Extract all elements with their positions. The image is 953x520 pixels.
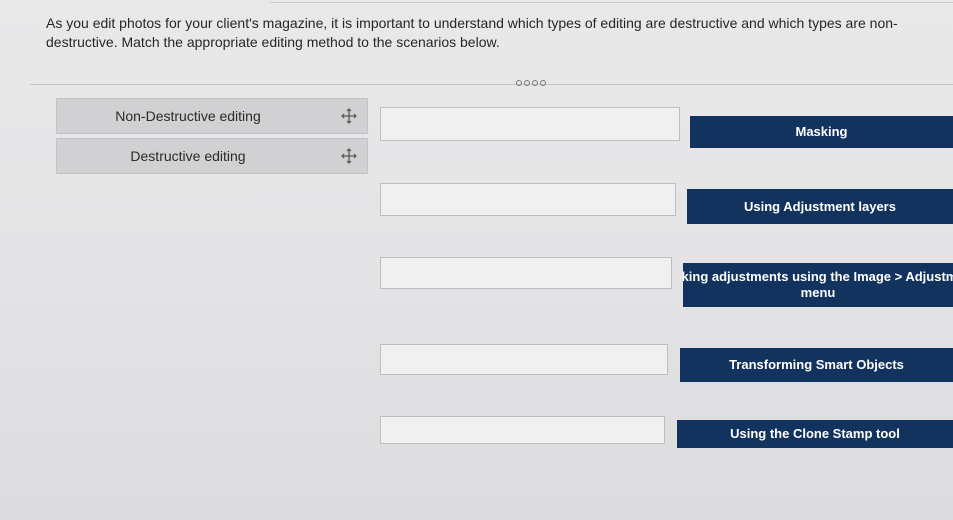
scenario-adjustment-layers: Using Adjustment layers (687, 189, 953, 224)
scenario-label-continued: menu (800, 285, 836, 300)
drag-option-non-destructive[interactable]: Non-Destructive editing (56, 98, 368, 134)
drag-option-label: Destructive editing (130, 148, 246, 164)
scenario-clone-stamp: Using the Clone Stamp tool (677, 420, 953, 448)
drag-option-label: Non-Destructive editing (115, 108, 261, 124)
scenario-image-adjustments-menu: Making adjustments using the Image > Adj… (683, 263, 953, 307)
page-dot[interactable] (524, 80, 530, 86)
scenario-label: Masking (795, 124, 848, 139)
drop-zone-5[interactable] (380, 416, 665, 444)
scenario-label: Using Adjustment layers (744, 198, 896, 214)
scenario-masking: Masking (690, 116, 953, 148)
page-dot[interactable] (532, 80, 538, 86)
scenario-label: Making adjustments using the Image > Adj… (683, 269, 953, 284)
scenario-transforming-smart-objects: Transforming Smart Objects (680, 348, 953, 382)
top-border-line (270, 2, 953, 13)
page-indicator (516, 80, 546, 86)
drop-zone-3[interactable] (380, 257, 672, 289)
drop-zone-2[interactable] (380, 183, 676, 216)
scenario-label: Using the Clone Stamp tool (730, 426, 900, 441)
move-icon[interactable] (339, 146, 359, 166)
drag-option-destructive[interactable]: Destructive editing (56, 138, 368, 174)
page-dot[interactable] (540, 80, 546, 86)
section-divider (30, 70, 953, 85)
drop-zone-4[interactable] (380, 344, 668, 375)
page-dot[interactable] (516, 80, 522, 86)
drop-zone-1[interactable] (380, 107, 680, 141)
scenario-label: Transforming Smart Objects (729, 357, 904, 372)
move-icon[interactable] (339, 106, 359, 126)
question-prompt: As you edit photos for your client's mag… (46, 15, 898, 50)
